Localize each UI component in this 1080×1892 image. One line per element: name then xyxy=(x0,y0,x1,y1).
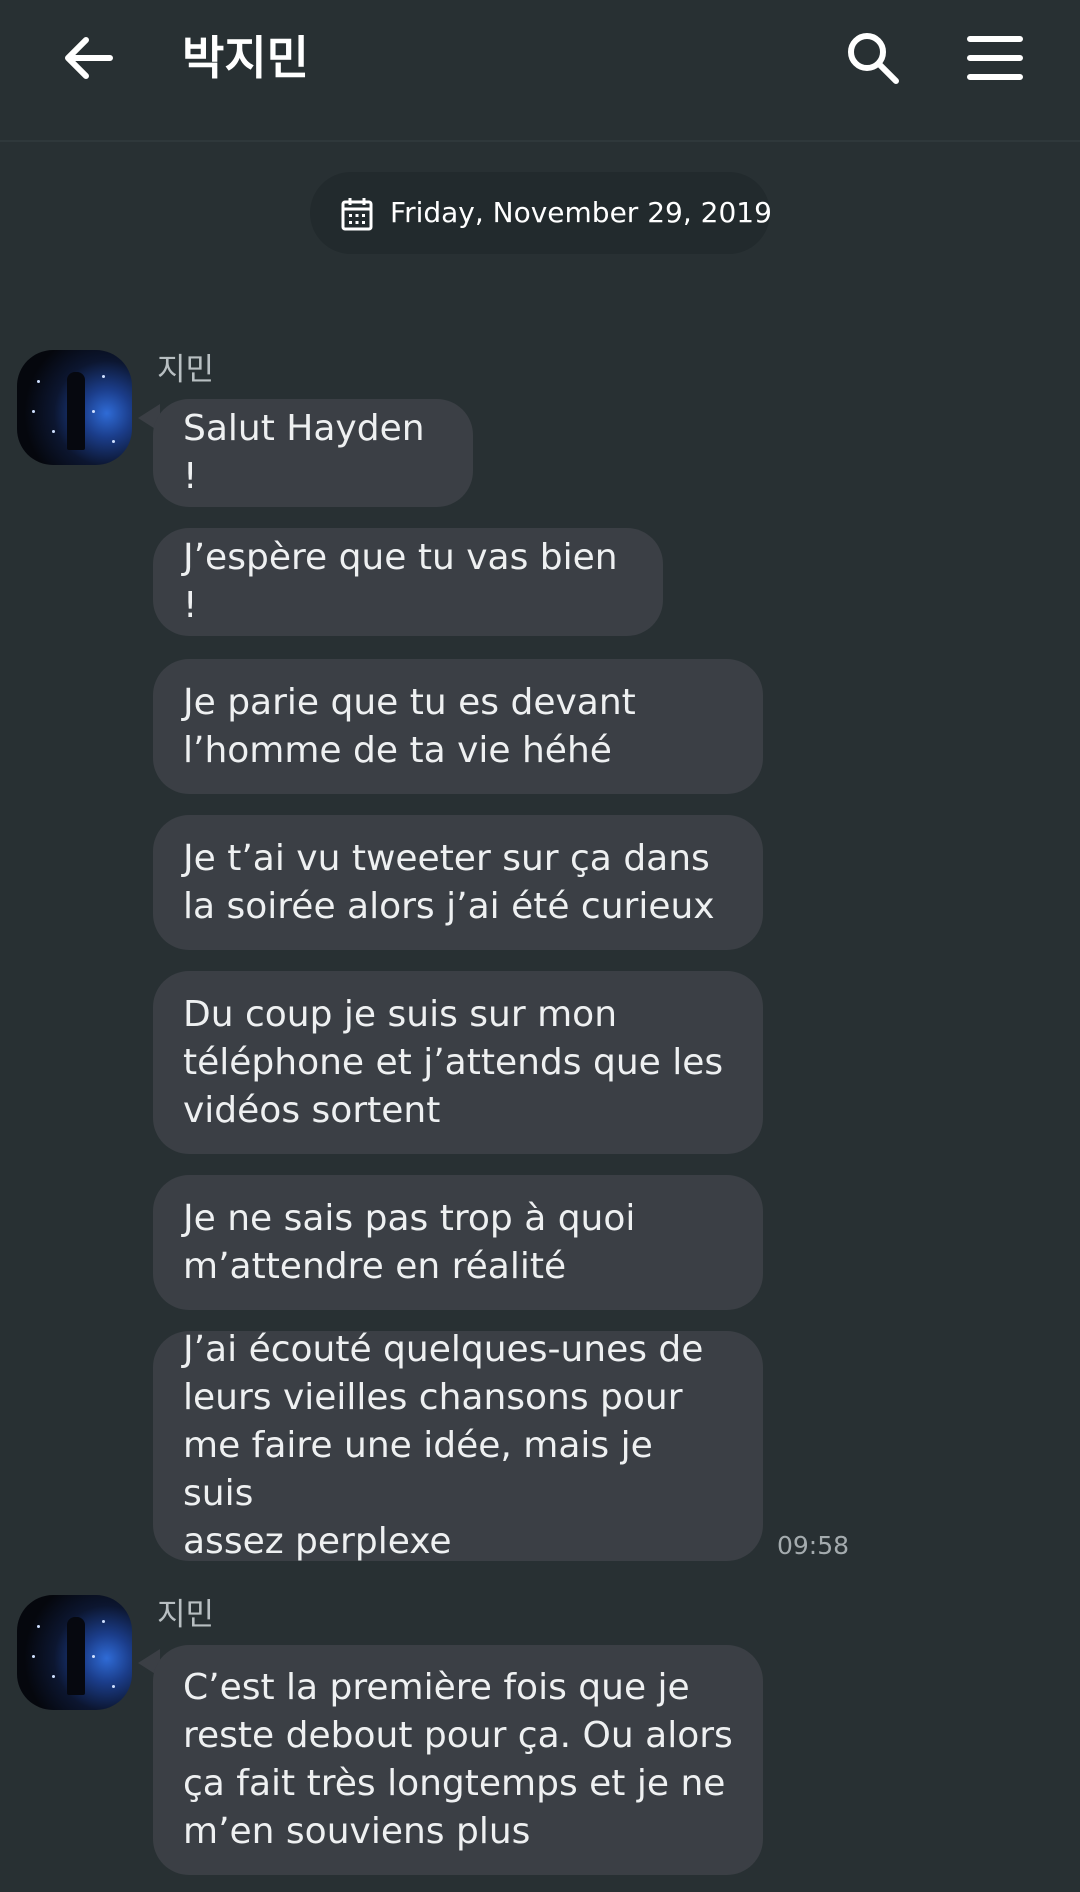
message-timestamp: 09:58 xyxy=(777,1531,850,1560)
message-text: Salut Hayden ! xyxy=(183,408,425,497)
hamburger-menu-icon xyxy=(967,36,1023,80)
message-bubble[interactable]: J’espère que tu vas bien ! xyxy=(153,528,663,636)
message-bubble[interactable]: Je t’ai vu tweeter sur ça dans la soirée… xyxy=(153,815,763,950)
app-header: 박지민 xyxy=(0,0,1080,142)
message-bubble[interactable]: Je parie que tu es devant l’homme de ta … xyxy=(153,659,763,794)
menu-button[interactable] xyxy=(966,30,1024,86)
chat-title: 박지민 xyxy=(182,31,309,85)
avatar[interactable] xyxy=(17,1595,132,1710)
message-text: Du coup je suis sur mon téléphone et j’a… xyxy=(183,993,724,1131)
message-text: C’est la première fois que je reste debo… xyxy=(183,1667,733,1852)
date-text: Friday, November 29, 2019 xyxy=(390,196,772,229)
arrow-left-icon xyxy=(65,37,113,79)
message-bubble[interactable]: C’est la première fois que je reste debo… xyxy=(153,1645,763,1875)
message-bubble[interactable]: Salut Hayden ! xyxy=(153,399,473,507)
message-bubble[interactable]: J’ai écouté quelques-unes de leurs vieil… xyxy=(153,1329,763,1562)
sender-name: 지민 xyxy=(157,1597,215,1633)
message-text: Je parie que tu es devant l’homme de ta … xyxy=(183,681,636,771)
calendar-icon xyxy=(341,198,373,231)
message-text: Je ne sais pas trop à quoi m’attendre en… xyxy=(183,1197,636,1287)
message-text: J’espère que tu vas bien ! xyxy=(183,537,618,626)
search-icon xyxy=(848,33,899,84)
date-divider: Friday, November 29, 2019 xyxy=(310,172,772,254)
message-text: Je t’ai vu tweeter sur ça dans la soirée… xyxy=(183,837,715,927)
message-bubble[interactable]: Je ne sais pas trop à quoi m’attendre en… xyxy=(153,1175,763,1310)
avatar[interactable] xyxy=(17,350,132,465)
sender-name: 지민 xyxy=(157,352,215,388)
search-button[interactable] xyxy=(843,28,903,88)
message-text: J’ai écouté quelques-unes de leurs vieil… xyxy=(183,1329,704,1562)
message-bubble[interactable]: Du coup je suis sur mon téléphone et j’a… xyxy=(153,971,763,1154)
back-button[interactable] xyxy=(58,28,118,88)
